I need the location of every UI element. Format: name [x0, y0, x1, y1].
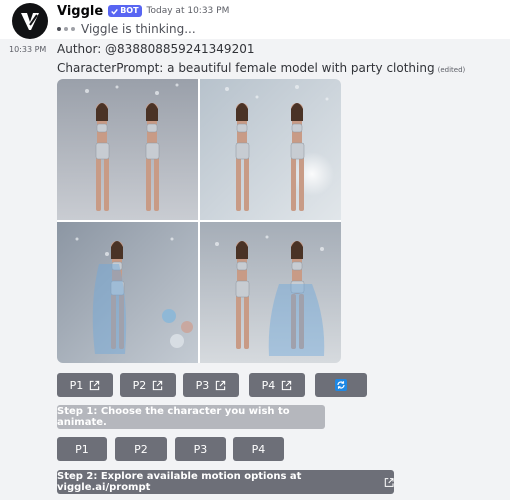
p1-select-button[interactable]: P1 — [57, 437, 107, 461]
p3-label: P3 — [195, 378, 210, 392]
refresh-button[interactable] — [315, 373, 367, 397]
p1-label: P1 — [69, 378, 84, 392]
typing-dot — [71, 27, 75, 31]
prompt-text: CharacterPrompt: a beautiful female mode… — [57, 61, 435, 75]
typing-dot — [64, 27, 68, 31]
external-link-icon — [282, 380, 292, 390]
external-link-icon — [216, 380, 226, 390]
bot-badge: BOT — [108, 5, 142, 17]
author-line: Author: @838808859241349201 — [57, 42, 255, 56]
p3-select-label: P3 — [193, 442, 208, 456]
step1-choose-character-button: Step 1: Choose the character you wish to… — [57, 405, 325, 429]
bot-username[interactable]: Viggle — [57, 4, 103, 19]
edited-tag: (edited) — [437, 66, 466, 74]
step2-label: Step 2: Explore available motion options… — [57, 471, 302, 493]
external-link-icon — [90, 380, 100, 390]
p3-select-button[interactable]: P3 — [175, 437, 226, 461]
p4-select-button[interactable]: P4 — [233, 437, 284, 461]
p3-open-button[interactable]: P3 — [183, 373, 239, 397]
refresh-icon — [335, 379, 347, 391]
p2-open-button[interactable]: P2 — [120, 373, 176, 397]
p1-select-label: P1 — [75, 442, 89, 456]
p4-select-label: P4 — [251, 442, 266, 456]
p4-label: P4 — [261, 378, 276, 392]
p1-open-button[interactable]: P1 — [57, 373, 113, 397]
step1-label: Step 1: Choose the character you wish to… — [57, 406, 290, 428]
prompt-line: CharacterPrompt: a beautiful female mode… — [57, 61, 465, 75]
message-timestamp[interactable]: Today at 10:33 PM — [147, 6, 230, 16]
character-image-grid[interactable] — [57, 79, 341, 363]
p4-open-button[interactable]: P4 — [249, 373, 305, 397]
bot-badge-label: BOT — [120, 6, 139, 15]
thinking-text: Viggle is thinking... — [81, 22, 196, 36]
typing-dots-icon — [57, 27, 75, 31]
external-link-icon — [384, 477, 394, 487]
step2-motion-options-button[interactable]: Step 2: Explore available motion options… — [57, 470, 394, 494]
viggle-avatar[interactable] — [12, 3, 48, 39]
message-header: Viggle BOT Today at 10:33 PM — [57, 3, 229, 19]
checkmark-icon — [111, 8, 119, 15]
side-timestamp[interactable]: 10:33 PM — [9, 45, 46, 54]
viggle-logo-icon — [21, 13, 39, 30]
character-grid-image — [57, 79, 341, 363]
p2-select-button[interactable]: P2 — [115, 437, 167, 461]
p2-label: P2 — [132, 378, 147, 392]
typing-dot — [57, 27, 61, 31]
p2-select-label: P2 — [134, 442, 148, 456]
thinking-indicator: Viggle is thinking... — [57, 22, 196, 36]
external-link-icon — [153, 380, 163, 390]
